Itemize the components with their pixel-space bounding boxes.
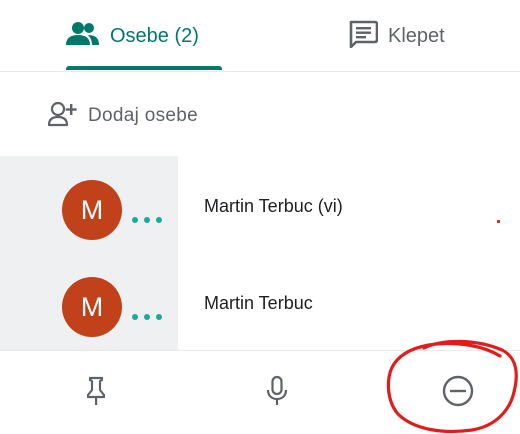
add-people-button[interactable]: Dodaj osebe <box>47 96 198 136</box>
tab-chat[interactable]: Klepet <box>348 0 488 72</box>
remove-circle-icon <box>441 374 475 413</box>
pin-button[interactable] <box>76 373 116 413</box>
annotation-dot <box>497 220 500 223</box>
more-options-icon[interactable] <box>132 310 162 324</box>
participant-row[interactable]: M Martin Terbuc (vi) <box>0 156 520 253</box>
more-options-icon[interactable] <box>132 213 162 227</box>
add-people-label: Dodaj osebe <box>88 105 198 126</box>
microphone-icon <box>265 375 289 412</box>
tab-bar: Osebe (2) Klepet <box>0 0 520 72</box>
participant-name: Martin Terbuc (vi) <box>204 196 343 216</box>
avatar: M <box>62 277 122 337</box>
participant-actions-bar <box>0 350 520 434</box>
tab-people-label: Osebe (2) <box>110 24 199 47</box>
tab-chat-label: Klepet <box>388 24 445 47</box>
add-person-icon <box>47 101 78 132</box>
remove-participant-button[interactable] <box>438 373 478 413</box>
avatar-zone: M <box>0 253 178 350</box>
active-tab-indicator <box>66 66 222 70</box>
tab-people[interactable]: Osebe (2) <box>66 0 222 72</box>
pin-icon <box>85 376 107 411</box>
chat-icon <box>348 20 379 53</box>
participant-list: M Martin Terbuc (vi) M Martin Terbuc <box>0 156 520 350</box>
people-icon <box>66 21 100 52</box>
participant-name: Martin Terbuc <box>204 293 313 313</box>
microphone-button[interactable] <box>257 373 297 413</box>
participant-row[interactable]: M Martin Terbuc <box>0 253 520 350</box>
avatar: M <box>62 180 122 240</box>
avatar-zone: M <box>0 156 178 253</box>
